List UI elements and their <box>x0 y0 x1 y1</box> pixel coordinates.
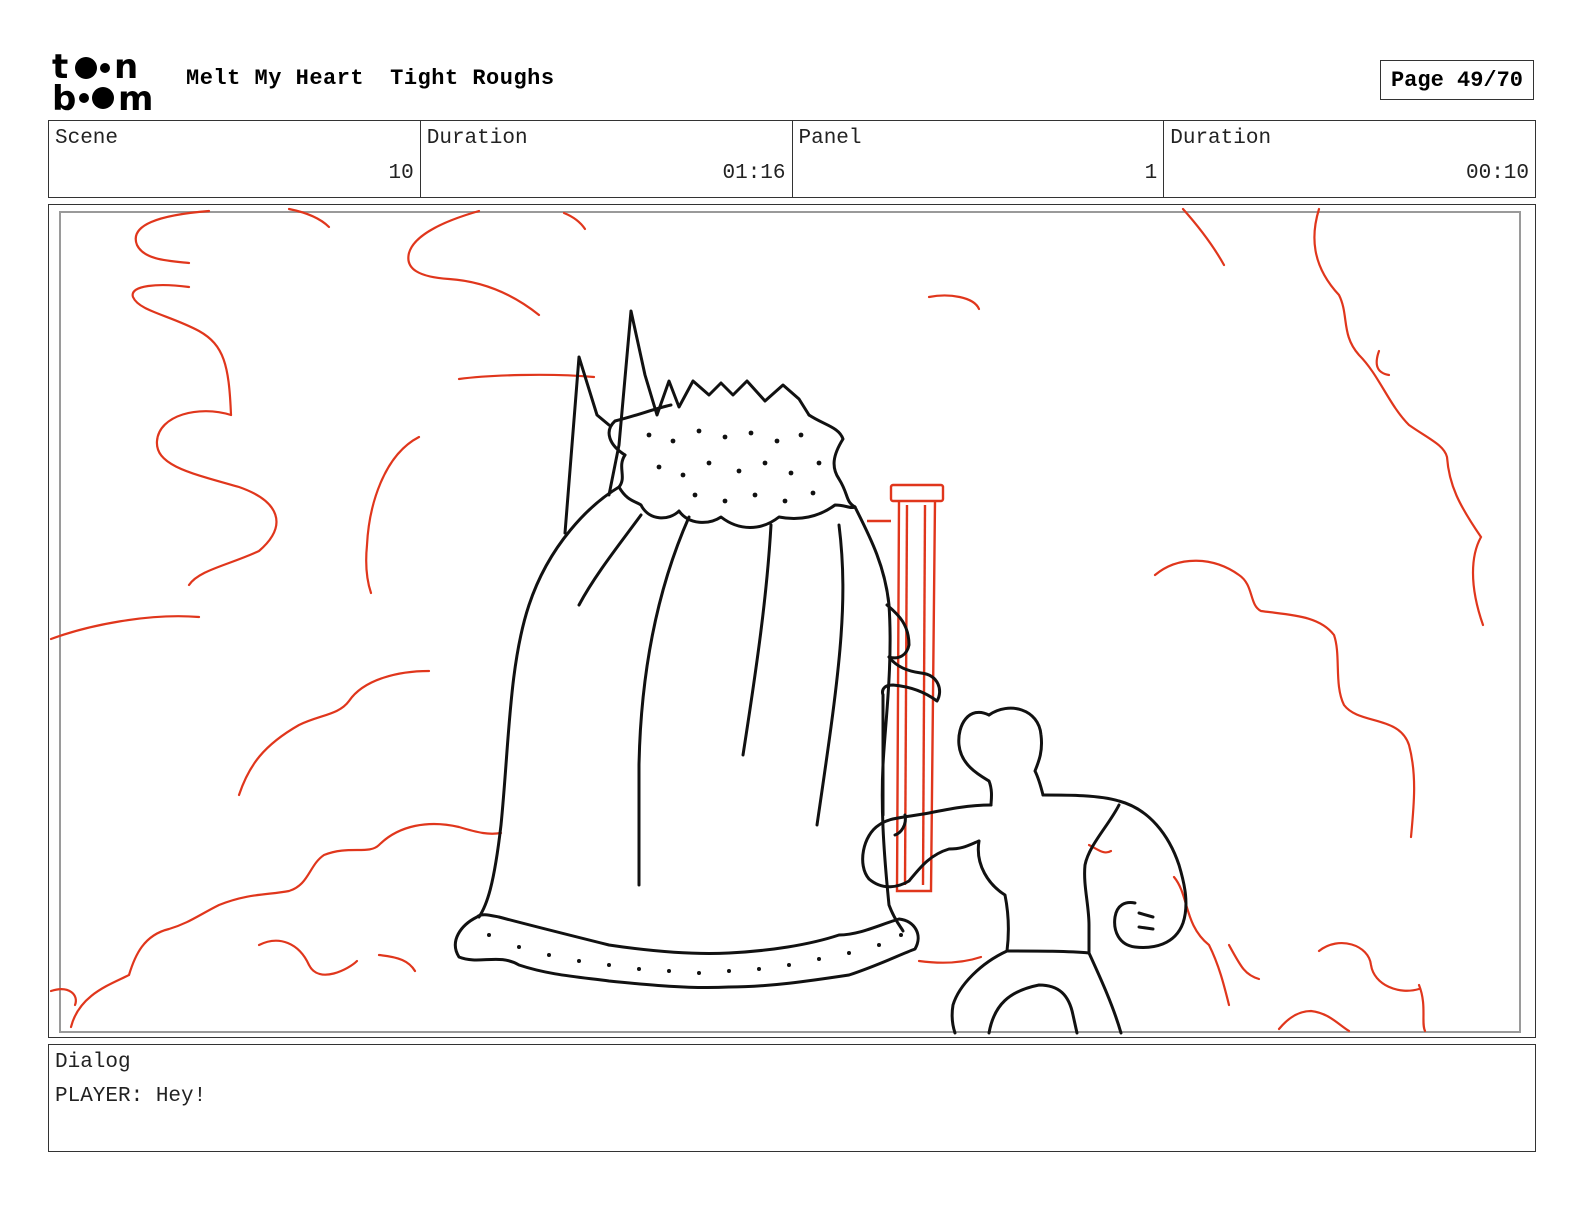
king-figure <box>453 309 942 990</box>
panel-value: 1 <box>1144 162 1158 185</box>
dialog-box: Dialog PLAYER: Hey! <box>48 1044 1536 1152</box>
panel-cell: Panel 1 <box>793 121 1165 197</box>
crown-fur-dots <box>487 428 903 975</box>
scene-info-table: Scene 10 Duration 01:16 Panel 1 Duration… <box>48 120 1536 198</box>
page-indicator: Page 49/70 <box>1380 60 1534 100</box>
scene-duration-value: 01:16 <box>722 162 786 185</box>
dialog-text: PLAYER: Hey! <box>55 1085 207 1108</box>
scene-cell: Scene 10 <box>49 121 421 197</box>
project-stage: Tight Roughs <box>390 66 555 91</box>
scene-value: 10 <box>388 162 414 185</box>
scene-label: Scene <box>55 127 119 150</box>
player-figure <box>861 706 1188 1035</box>
project-name: Melt My Heart <box>186 66 365 91</box>
smoke-clouds <box>49 207 1485 1033</box>
panel-duration-cell: Duration 00:10 <box>1164 121 1535 197</box>
panel-duration-label: Duration <box>1170 127 1272 150</box>
toonboom-logo: t n b m <box>50 47 166 119</box>
svg-text:b: b <box>52 79 76 114</box>
panel-label: Panel <box>798 127 862 150</box>
scene-duration-cell: Duration 01:16 <box>421 121 793 197</box>
dialog-label: Dialog <box>55 1051 131 1074</box>
svg-text:m: m <box>118 79 153 114</box>
scene-duration-label: Duration <box>426 127 528 150</box>
safe-frame <box>59 211 1521 1033</box>
panel-drawing <box>49 207 1521 1035</box>
panel-duration-value: 00:10 <box>1465 162 1529 185</box>
storyboard-panel <box>48 204 1536 1038</box>
project-title: Melt My Heart Tight Roughs <box>186 66 581 91</box>
